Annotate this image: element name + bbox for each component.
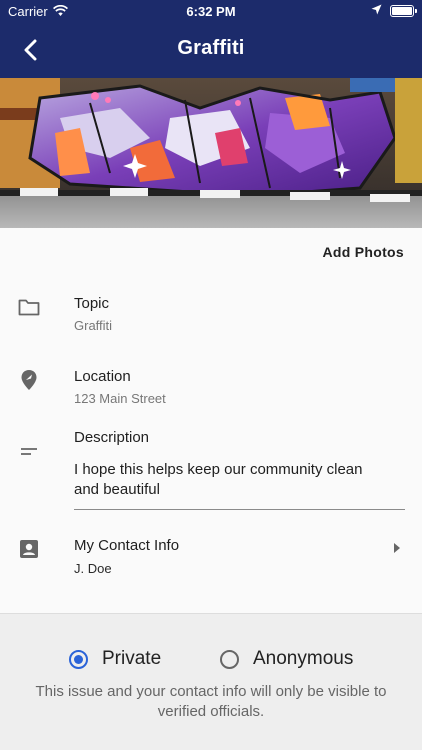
location-row[interactable]: Location 123 Main Street xyxy=(0,366,422,416)
privacy-panel: Private Anonymous This issue and your co… xyxy=(0,613,422,750)
location-value: 123 Main Street xyxy=(74,391,166,406)
topic-label: Topic xyxy=(74,295,110,312)
contact-info-value: J. Doe xyxy=(74,561,112,576)
radio-selected-icon[interactable] xyxy=(69,649,88,669)
issue-photo[interactable] xyxy=(0,78,422,228)
status-time: 6:32 PM xyxy=(186,4,236,19)
privacy-note: This issue and your contact info will on… xyxy=(35,683,387,720)
battery-icon xyxy=(390,4,417,17)
add-photos-button[interactable]: Add Photos xyxy=(322,244,404,260)
status-bar: Carrier 6:32 PM xyxy=(0,0,422,22)
location-arrow-icon xyxy=(371,3,382,18)
chevron-right-icon xyxy=(394,543,400,553)
description-row[interactable]: Description I hope this helps keep our c… xyxy=(0,428,422,518)
contact-info-label: My Contact Info xyxy=(74,537,180,554)
radio-unselected-icon[interactable] xyxy=(220,649,239,669)
privacy-option-label: Private xyxy=(102,648,162,669)
status-right xyxy=(371,3,417,18)
short-text-icon xyxy=(17,440,41,464)
description-input[interactable]: I hope this helps keep our community cle… xyxy=(74,460,384,500)
description-underline xyxy=(74,509,405,510)
description-label: Description xyxy=(74,429,150,446)
location-label: Location xyxy=(74,368,131,385)
contact-info-row[interactable]: My Contact Info J. Doe xyxy=(0,535,422,585)
topic-row[interactable]: Topic Graffiti xyxy=(0,292,422,342)
issue-details: Add Photos Topic Graffiti Location 123 M… xyxy=(0,228,422,613)
contact-card-icon xyxy=(17,537,41,561)
top-bar: Carrier 6:32 PM Graffiti xyxy=(0,0,422,78)
graffiti-photo-image xyxy=(0,78,422,228)
page-title: Graffiti xyxy=(177,37,245,59)
privacy-option-private[interactable]: Private xyxy=(69,648,161,670)
privacy-option-label: Anonymous xyxy=(253,648,354,669)
nav-bar: Graffiti xyxy=(0,22,422,78)
topic-value: Graffiti xyxy=(74,318,113,333)
privacy-option-anonymous[interactable]: Anonymous xyxy=(220,648,353,670)
location-pin-icon xyxy=(17,368,41,392)
folder-icon xyxy=(17,295,41,319)
